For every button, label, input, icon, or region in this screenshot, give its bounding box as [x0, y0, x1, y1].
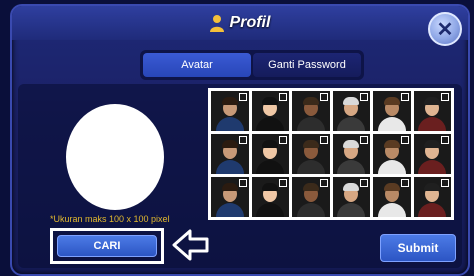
avatar-portrait-hair [262, 183, 279, 191]
dialog-titlebar: Profil [12, 6, 468, 40]
avatar-option[interactable] [373, 91, 411, 131]
avatar-option[interactable] [292, 91, 330, 131]
avatar-option[interactable] [251, 177, 289, 217]
submit-button[interactable]: Submit [380, 234, 456, 262]
avatar-portrait-hair [383, 140, 400, 148]
avatar-portrait-body [296, 160, 325, 174]
dialog-title: Profil [229, 14, 271, 31]
avatar-portrait-hair [343, 183, 360, 191]
tab-bar: Avatar Ganti Password [140, 50, 364, 80]
avatar-checkbox[interactable] [441, 179, 449, 187]
avatar-checkbox[interactable] [319, 93, 328, 101]
avatar-portrait-hair [383, 97, 400, 105]
avatar-portrait-hair [424, 140, 441, 148]
avatar-option[interactable] [211, 134, 249, 174]
profile-dialog: Profil ✕ Avatar Ganti Password *Ukuran m… [10, 4, 470, 276]
avatar-option[interactable] [292, 177, 330, 217]
avatar-checkbox[interactable] [279, 93, 287, 101]
arrow-left-icon [172, 229, 209, 261]
avatar-checkbox[interactable] [319, 136, 328, 144]
avatar-portrait-hair [221, 183, 238, 191]
avatar-option[interactable] [211, 91, 249, 131]
cari-button[interactable]: CARI [57, 235, 157, 257]
avatar-portrait-hair [302, 97, 319, 105]
avatar-checkbox[interactable] [238, 179, 247, 187]
avatar-checkbox[interactable] [319, 179, 328, 187]
avatar-portrait-hair [221, 140, 238, 148]
avatar-grid [211, 91, 451, 217]
avatar-content: *Ukuran maks 100 x 100 pixel CARI Submit [18, 84, 462, 268]
close-icon: ✕ [436, 18, 454, 41]
avatar-portrait-hair [221, 97, 238, 105]
avatar-checkbox[interactable] [279, 179, 287, 187]
avatar-portrait-body [215, 117, 244, 131]
cari-highlight-frame: CARI [50, 228, 164, 264]
avatar-checkbox[interactable] [400, 136, 409, 144]
avatar-portrait-body [337, 117, 366, 131]
avatar-option[interactable] [251, 91, 289, 131]
avatar-portrait-hair [383, 183, 400, 191]
avatar-portrait-body [337, 203, 366, 217]
avatar-portrait-hair [262, 97, 279, 105]
avatar-portrait-body [418, 203, 447, 217]
avatar-option[interactable] [373, 134, 411, 174]
avatar-checkbox[interactable] [360, 93, 368, 101]
avatar-portrait-hair [424, 97, 441, 105]
user-icon [209, 15, 224, 32]
avatar-portrait-hair [302, 140, 319, 148]
avatar-preview [66, 104, 164, 210]
avatar-portrait-body [337, 160, 366, 174]
avatar-checkbox[interactable] [441, 136, 449, 144]
avatar-portrait-body [418, 160, 447, 174]
tab-avatar[interactable]: Avatar [143, 53, 251, 77]
avatar-portrait-hair [302, 183, 319, 191]
avatar-checkbox[interactable] [238, 93, 247, 101]
avatar-portrait-body [377, 160, 406, 174]
size-note: *Ukuran maks 100 x 100 pixel [50, 214, 170, 224]
avatar-portrait-body [256, 203, 285, 217]
avatar-option[interactable] [332, 134, 370, 174]
avatar-option[interactable] [251, 134, 289, 174]
avatar-checkbox[interactable] [360, 179, 368, 187]
avatar-grid-frame [208, 88, 454, 220]
avatar-checkbox[interactable] [238, 136, 247, 144]
avatar-option[interactable] [211, 177, 249, 217]
avatar-option[interactable] [413, 91, 451, 131]
avatar-checkbox[interactable] [279, 136, 287, 144]
avatar-checkbox[interactable] [360, 136, 368, 144]
avatar-portrait-body [296, 117, 325, 131]
avatar-portrait-body [215, 203, 244, 217]
avatar-option[interactable] [413, 177, 451, 217]
avatar-portrait-hair [424, 183, 441, 191]
avatar-portrait-body [215, 160, 244, 174]
avatar-portrait-body [377, 117, 406, 131]
close-button[interactable]: ✕ [428, 12, 462, 46]
avatar-portrait-body [296, 203, 325, 217]
avatar-portrait-hair [343, 97, 360, 105]
avatar-checkbox[interactable] [400, 93, 409, 101]
avatar-portrait-hair [262, 140, 279, 148]
avatar-option[interactable] [413, 134, 451, 174]
avatar-portrait-body [256, 117, 285, 131]
avatar-option[interactable] [373, 177, 411, 217]
tab-ganti-password[interactable]: Ganti Password [253, 53, 361, 77]
avatar-checkbox[interactable] [400, 179, 409, 187]
avatar-option[interactable] [332, 177, 370, 217]
avatar-portrait-body [418, 117, 447, 131]
avatar-option[interactable] [292, 134, 330, 174]
avatar-checkbox[interactable] [441, 93, 449, 101]
avatar-portrait-body [377, 203, 406, 217]
avatar-option[interactable] [332, 91, 370, 131]
title-wrap: Profil [209, 14, 271, 32]
avatar-portrait-hair [343, 140, 360, 148]
avatar-portrait-body [256, 160, 285, 174]
